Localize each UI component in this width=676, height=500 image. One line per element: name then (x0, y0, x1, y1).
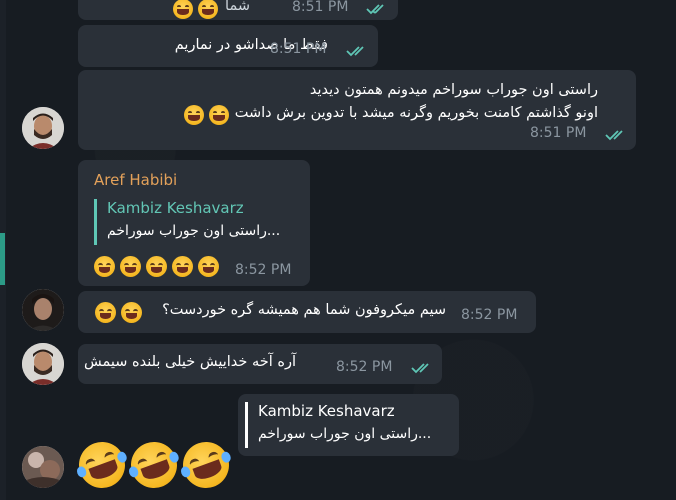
avatar[interactable] (22, 343, 64, 385)
avatar[interactable] (22, 289, 64, 331)
laughing-emoji-icon (198, 0, 218, 19)
message-time: 8:52 PM (235, 262, 292, 278)
message-text: شما (225, 0, 250, 14)
sender-name[interactable]: Aref Habibi (94, 171, 177, 189)
laughing-emoji-icon (120, 256, 141, 277)
message-bubble[interactable]: شما 8:51 PM (78, 0, 398, 20)
message-text-line: راستی اون جوراب سوراخم میدونم همتون دیدی… (309, 82, 598, 98)
laughing-emoji-icon (172, 256, 193, 277)
double-check-icon (603, 129, 631, 143)
message-bubble[interactable]: راستی اون جوراب سوراخم میدونم همتون دیدی… (78, 70, 636, 150)
message-bubble[interactable]: آره آخه خداییش خیلی بلنده سیمش 8:52 PM (78, 344, 442, 384)
message-time: 8:52 PM (336, 359, 393, 375)
double-check-icon (344, 45, 372, 59)
message-text: سیم میکروفون شما هم همیشه گره خوردست؟ (162, 302, 446, 318)
message-bubble[interactable]: سیم میکروفون شما هم همیشه گره خوردست؟ 8:… (78, 291, 536, 333)
message-time: 8:51 PM (530, 125, 587, 141)
reply-quote[interactable]: Kambiz Keshavarz ...راستی اون جوراب سورا… (245, 402, 445, 448)
laughing-emoji-icon (198, 256, 219, 277)
avatar[interactable] (22, 107, 64, 149)
reply-preview-text: ...راستی اون جوراب سوراخم (258, 426, 432, 442)
message-time: 8:51 PM (292, 0, 349, 15)
reply-preview-text: ...راستی اون جوراب سوراخم (107, 223, 281, 239)
laughing-emoji-icon (95, 302, 116, 323)
double-check-icon (364, 3, 392, 17)
reply-card[interactable]: Kambiz Keshavarz ...راستی اون جوراب سورا… (238, 394, 459, 456)
message-bubble[interactable]: فقط ما صداشو در نماریم 8:51 PM (78, 25, 378, 67)
reply-author: Kambiz Keshavarz (258, 402, 395, 420)
laughing-emoji-icon (173, 0, 193, 19)
avatar[interactable] (22, 446, 64, 488)
message-time: 8:51 PM (270, 41, 327, 57)
double-check-icon (409, 362, 437, 376)
message-time: 8:52 PM (461, 307, 518, 323)
sidebar-scroll-indicator[interactable] (0, 233, 5, 285)
laughing-emoji-icon (184, 105, 204, 125)
reply-quote[interactable]: Kambiz Keshavarz ...راستی اون جوراب سورا… (94, 199, 294, 245)
message-text: آره آخه خداییش خیلی بلنده سیمش (84, 354, 296, 370)
reply-author: Kambiz Keshavarz (107, 199, 244, 217)
laughing-emoji-icon (121, 302, 142, 323)
message-bubble[interactable]: Aref Habibi Kambiz Keshavarz ...راستی او… (78, 160, 310, 286)
message-text-line: اونو گذاشتم کامنت بخوریم وگرنه میشد با ت… (234, 105, 598, 121)
laughing-emoji-icon (94, 256, 115, 277)
laughing-emoji-icon (209, 105, 229, 125)
laughing-emoji-icon (146, 256, 167, 277)
